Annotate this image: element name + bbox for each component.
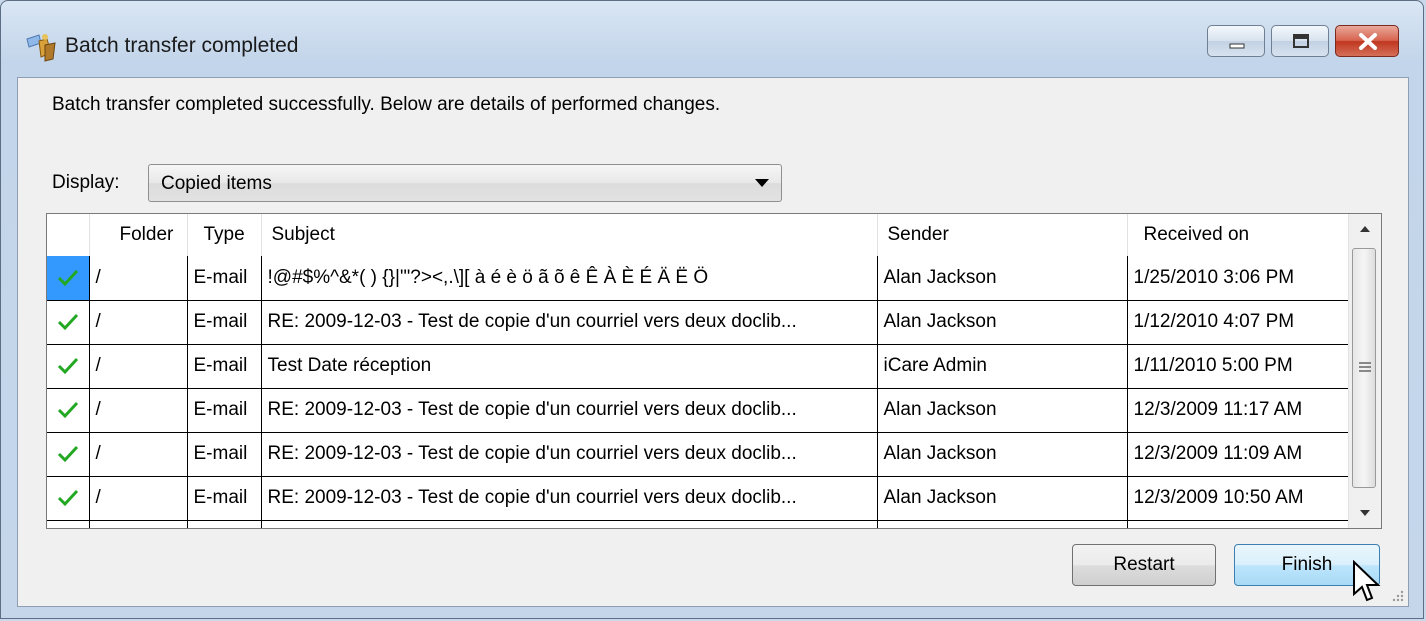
checkmark-icon: [57, 445, 78, 463]
row-status-cell: [47, 344, 90, 389]
cell-type: E-mail: [187, 476, 262, 521]
filler-cell: [47, 520, 90, 528]
grip-icon: [1359, 362, 1371, 372]
batch-transfer-window: Batch transfer completed Batch transfer …: [0, 0, 1424, 619]
row-status-cell: [47, 388, 90, 433]
cell-received: 12/3/2009 11:17 AM: [1127, 388, 1350, 433]
cell-sender: iCare Admin: [877, 344, 1128, 389]
cell-received: 1/25/2010 3:06 PM: [1127, 256, 1350, 301]
cell-folder: /: [89, 432, 188, 477]
display-select[interactable]: Copied items: [148, 164, 782, 202]
checkmark-icon: [57, 269, 78, 286]
checkmark-icon: [57, 489, 78, 507]
cell-subject: RE: 2009-12-03 - Test de copie d'un cour…: [261, 476, 878, 521]
filler-cell: [261, 520, 878, 528]
table-row[interactable]: / E-mail !@#$%^&*( ) {}|'"?><,.\][ à é è…: [47, 256, 1350, 301]
resize-grip-icon[interactable]: [1390, 588, 1404, 602]
cell-received: 12/3/2009 10:50 AM: [1127, 476, 1350, 521]
cell-folder: /: [89, 256, 188, 301]
filler-cell: [1127, 520, 1350, 528]
cell-subject: RE: 2009-12-03 - Test de copie d'un cour…: [261, 388, 878, 433]
vertical-scrollbar[interactable]: [1348, 214, 1381, 528]
column-header-check[interactable]: [47, 214, 90, 256]
cell-type: E-mail: [187, 256, 262, 301]
maximize-icon: [1293, 34, 1309, 48]
transfer-app-icon: [25, 31, 59, 63]
arrow-down-icon: [1360, 510, 1370, 516]
table-row[interactable]: / E-mail RE: 2009-12-03 - Test de copie …: [47, 476, 1350, 521]
arrow-up-icon: [1360, 226, 1370, 232]
filler-cell: [877, 520, 1128, 528]
cell-type: E-mail: [187, 432, 262, 477]
cell-type: E-mail: [187, 388, 262, 433]
chevron-down-icon: [755, 179, 769, 187]
cell-sender: Alan Jackson: [877, 300, 1128, 345]
close-icon: [1359, 33, 1377, 50]
cell-sender: Alan Jackson: [877, 388, 1128, 433]
window-title: Batch transfer completed: [65, 34, 299, 57]
checkmark-icon: [57, 357, 78, 375]
display-label: Display:: [52, 172, 120, 193]
checkmark-icon: [57, 313, 78, 331]
cell-subject: !@#$%^&*( ) {}|'"?><,.\][ à é è ö ã õ ê …: [261, 256, 878, 301]
table-header: Folder Type Subject Sender Received on: [47, 214, 1350, 256]
cell-subject: Test Date réception: [261, 344, 878, 389]
scroll-thumb[interactable]: [1352, 248, 1376, 488]
cell-folder: /: [89, 300, 188, 345]
checkmark-icon: [57, 401, 78, 419]
column-header-received[interactable]: Received on: [1127, 214, 1350, 256]
column-header-type[interactable]: Type: [187, 214, 262, 256]
row-status-cell: [47, 476, 90, 521]
scroll-down-button[interactable]: [1349, 498, 1381, 528]
minimize-icon: [1229, 43, 1245, 49]
intro-message: Batch transfer completed successfully. B…: [52, 94, 721, 115]
cell-sender: Alan Jackson: [877, 476, 1128, 521]
column-header-subject[interactable]: Subject: [261, 214, 878, 256]
cell-received: 1/11/2010 5:00 PM: [1127, 344, 1350, 389]
results-grid[interactable]: Folder Type Subject Sender Received on /…: [46, 213, 1382, 529]
cell-subject: RE: 2009-12-03 - Test de copie d'un cour…: [261, 300, 878, 345]
column-header-sender[interactable]: Sender: [877, 214, 1128, 256]
cell-sender: Alan Jackson: [877, 432, 1128, 477]
mouse-cursor-icon: [1353, 560, 1381, 602]
cell-received: 12/3/2009 11:09 AM: [1127, 432, 1350, 477]
maximize-button[interactable]: [1271, 25, 1329, 57]
table-row[interactable]: / E-mail RE: 2009-12-03 - Test de copie …: [47, 432, 1350, 477]
dialog-content: Batch transfer completed successfully. B…: [17, 77, 1409, 607]
table-row-partial: [47, 520, 1350, 528]
row-status-cell: [47, 300, 90, 345]
cell-folder: /: [89, 388, 188, 433]
cell-folder: /: [89, 344, 188, 389]
cell-type: E-mail: [187, 300, 262, 345]
cell-folder: /: [89, 476, 188, 521]
table-row[interactable]: / E-mail RE: 2009-12-03 - Test de copie …: [47, 300, 1350, 345]
filler-cell: [187, 520, 262, 528]
cell-subject: RE: 2009-12-03 - Test de copie d'un cour…: [261, 432, 878, 477]
title-bar[interactable]: Batch transfer completed: [1, 1, 1423, 77]
column-header-folder[interactable]: Folder: [89, 214, 188, 256]
table-row[interactable]: / E-mail RE: 2009-12-03 - Test de copie …: [47, 388, 1350, 433]
close-button[interactable]: [1335, 25, 1399, 57]
row-status-cell: [47, 256, 90, 301]
cell-sender: Alan Jackson: [877, 256, 1128, 301]
row-status-cell: [47, 432, 90, 477]
scroll-up-button[interactable]: [1349, 214, 1381, 244]
cell-type: E-mail: [187, 344, 262, 389]
display-select-value: Copied items: [161, 173, 272, 194]
minimize-button[interactable]: [1207, 25, 1265, 57]
results-table: Folder Type Subject Sender Received on /…: [47, 214, 1350, 528]
restart-button[interactable]: Restart: [1072, 544, 1216, 586]
filler-cell: [89, 520, 188, 528]
table-row[interactable]: / E-mail Test Date réception iCare Admin…: [47, 344, 1350, 389]
cell-received: 1/12/2010 4:07 PM: [1127, 300, 1350, 345]
